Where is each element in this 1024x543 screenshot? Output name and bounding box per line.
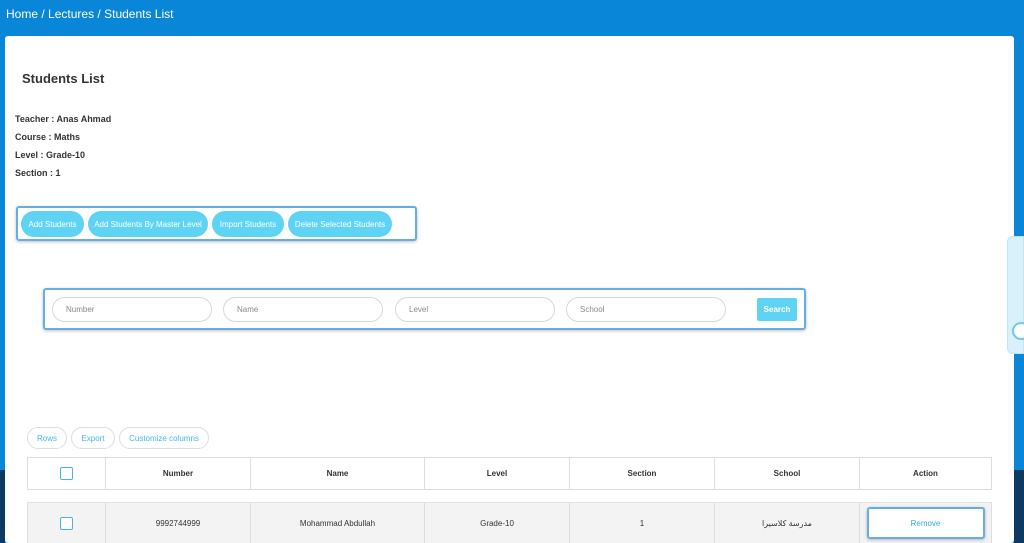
settings-circle-icon[interactable] xyxy=(1012,322,1024,340)
name-search-input[interactable] xyxy=(223,297,383,322)
table-header-row: Number Name Level Section School Action xyxy=(27,457,992,490)
students-table: Number Name Level Section School Action … xyxy=(27,457,992,543)
header-level[interactable]: Level xyxy=(424,458,569,489)
row-school: مدرسة كلاسيرا xyxy=(714,503,859,543)
row-name: Mohammad Abdullah xyxy=(250,503,424,543)
teacher-info: Teacher : Anas Ahmad xyxy=(15,114,112,124)
level-search-input[interactable] xyxy=(395,297,555,322)
school-search-input[interactable] xyxy=(566,297,726,322)
header-school[interactable]: School xyxy=(714,458,859,489)
header-action: Action xyxy=(859,458,992,489)
import-students-button[interactable]: Import Students xyxy=(212,211,284,237)
row-number: 9992744999 xyxy=(105,503,250,543)
background-strip-right xyxy=(1014,470,1024,543)
action-button-group: Add Students Add Students By Master Leve… xyxy=(16,206,417,241)
breadcrumb: Home / Lectures / Students List xyxy=(0,0,1024,30)
add-students-button[interactable]: Add Students xyxy=(21,211,84,237)
rows-button[interactable]: Rows xyxy=(27,427,67,449)
page-title: Students List xyxy=(22,71,105,86)
remove-button[interactable]: Remove xyxy=(866,507,985,539)
side-panel-tab[interactable] xyxy=(1007,236,1024,354)
level-info: Level : Grade-10 xyxy=(15,150,86,160)
section-info: Section : 1 xyxy=(15,168,61,178)
table-row: 9992744999 Mohammad Abdullah Grade-10 1 … xyxy=(27,502,992,543)
row-section: 1 xyxy=(569,503,714,543)
breadcrumb-home[interactable]: Home xyxy=(6,7,38,21)
row-action-cell: Remove xyxy=(859,503,992,543)
main-card: Students List Teacher : Anas Ahmad Cours… xyxy=(5,36,1014,543)
header-number[interactable]: Number xyxy=(105,458,250,489)
add-students-by-master-level-button[interactable]: Add Students By Master Level xyxy=(88,211,208,237)
breadcrumb-separator: / xyxy=(41,7,45,21)
header-select-cell xyxy=(27,458,105,489)
customize-columns-button[interactable]: Customize columns xyxy=(119,427,209,449)
row-level: Grade-10 xyxy=(424,503,569,543)
header-section[interactable]: Section xyxy=(569,458,714,489)
breadcrumb-separator: / xyxy=(97,7,101,21)
search-button[interactable]: Search xyxy=(757,298,797,321)
course-info: Course : Maths xyxy=(15,132,81,142)
search-form: Search xyxy=(43,288,806,330)
number-search-input[interactable] xyxy=(52,297,212,322)
delete-selected-students-button[interactable]: Delete Selected Students xyxy=(288,211,392,237)
header-name[interactable]: Name xyxy=(250,458,424,489)
breadcrumb-lectures[interactable]: Lectures xyxy=(48,7,94,21)
export-button[interactable]: Export xyxy=(71,427,115,449)
breadcrumb-current: Students List xyxy=(104,7,174,21)
select-all-checkbox[interactable] xyxy=(60,467,73,480)
row-checkbox[interactable] xyxy=(60,516,73,530)
row-select-cell xyxy=(27,503,105,543)
